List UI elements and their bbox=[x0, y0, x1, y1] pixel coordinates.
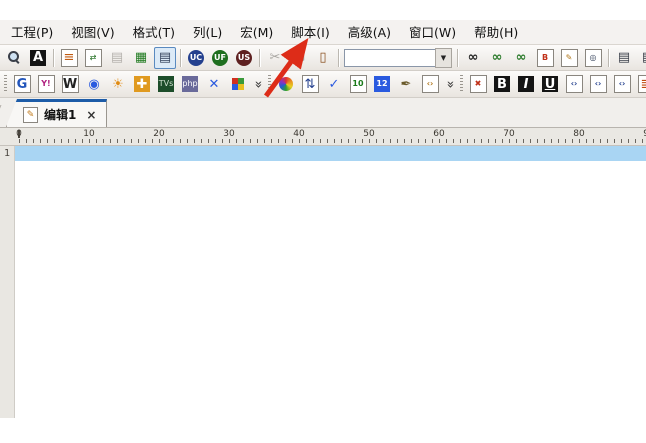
toolbar-separator bbox=[457, 49, 458, 67]
active-line-highlight bbox=[15, 146, 646, 161]
window-top-strip bbox=[0, 0, 646, 20]
toolbar-separator bbox=[259, 49, 260, 67]
column-ruler: 0102030405060708090 bbox=[0, 128, 646, 146]
wikipedia-search-icon[interactable]: W bbox=[59, 73, 81, 95]
italic-icon[interactable]: I bbox=[515, 73, 537, 95]
underline-icon[interactable]: U bbox=[539, 73, 561, 95]
html-doc3-icon[interactable]: ‹› bbox=[611, 73, 633, 95]
ruler-number: 70 bbox=[503, 129, 514, 139]
replace-icon[interactable]: ✎ bbox=[558, 47, 580, 69]
document-edit-icon: ✎ bbox=[23, 107, 38, 123]
web-service-orange-icon[interactable]: ☀ bbox=[107, 73, 129, 95]
menu-item-column[interactable]: 列(L) bbox=[184, 21, 231, 44]
cut-icon[interactable]: ✂ bbox=[264, 47, 286, 69]
menu-item-help[interactable]: 帮助(H) bbox=[465, 21, 527, 44]
toolbar-tools: GY!W◉☀✚TVsphp✕»⇅✓1012✒‹›»✖BIU‹›‹›‹›≣≣‹› bbox=[0, 71, 646, 98]
menu-item-view[interactable]: 视图(V) bbox=[62, 21, 123, 44]
spell-check-icon[interactable]: ✓ bbox=[323, 73, 345, 95]
find-binoculars-icon[interactable]: ∞ bbox=[462, 47, 484, 69]
menu-item-macro[interactable]: 宏(M) bbox=[231, 21, 282, 44]
ansi-tool-icon[interactable]: TVs bbox=[155, 73, 177, 95]
xml-doc-icon[interactable]: ‹› bbox=[419, 73, 441, 95]
html-doc1-icon[interactable]: ‹› bbox=[563, 73, 585, 95]
google-search-icon[interactable]: G bbox=[11, 73, 33, 95]
menu-bar: 工程(P)视图(V)格式(T)列(L)宏(M)脚本(I)高级(A)窗口(W)帮助… bbox=[0, 20, 646, 45]
paste-icon[interactable]: ▯ bbox=[312, 47, 334, 69]
menu-item-script[interactable]: 脚本(I) bbox=[282, 21, 338, 44]
find-down-icon[interactable]: ∞ bbox=[510, 47, 532, 69]
document-tab-bar: ✎ 编辑1 × bbox=[0, 98, 646, 128]
doc-outline1-icon[interactable]: ▤ bbox=[613, 47, 635, 69]
encoding-uc-icon[interactable]: UC bbox=[185, 47, 207, 69]
line-number: 1 bbox=[0, 146, 14, 161]
overflow-chevron-icon[interactable]: » bbox=[251, 73, 265, 95]
windows-colors-icon[interactable] bbox=[227, 73, 249, 95]
menu-item-format[interactable]: 格式(T) bbox=[124, 21, 184, 44]
web-service-blue-icon[interactable]: ◉ bbox=[83, 73, 105, 95]
tab-document-1[interactable]: ✎ 编辑1 × bbox=[6, 99, 107, 127]
toolbar-grip[interactable] bbox=[268, 75, 271, 93]
ruler-number: 60 bbox=[433, 129, 444, 139]
menu-item-project[interactable]: 工程(P) bbox=[2, 21, 62, 44]
delete-markup-icon[interactable]: ✖ bbox=[467, 73, 489, 95]
tab-label: 编辑1 bbox=[44, 106, 76, 123]
flags-tool-icon[interactable]: ✕ bbox=[203, 73, 225, 95]
toolbar-standard: A≡⇄▤▦▤UCUFUS✂❐▯▼∞∞∞B✎◎▤▤ bbox=[0, 45, 646, 71]
bookmark-icon[interactable]: B bbox=[534, 47, 556, 69]
menu-item-window[interactable]: 窗口(W) bbox=[400, 21, 465, 44]
toolbar-separator bbox=[180, 49, 181, 67]
bold-icon[interactable]: B bbox=[491, 73, 513, 95]
column-marker-icon[interactable]: ▦ bbox=[130, 47, 152, 69]
ruler-number: 10 bbox=[83, 129, 94, 139]
ruler-number: 30 bbox=[223, 129, 234, 139]
toolbar-separator bbox=[53, 49, 54, 67]
find-combobox-input[interactable] bbox=[344, 49, 435, 67]
toolbar-grip[interactable] bbox=[460, 75, 463, 93]
find-combobox-dropdown-icon[interactable]: ▼ bbox=[435, 48, 452, 68]
find-combobox[interactable]: ▼ bbox=[344, 48, 452, 68]
ruler-number: 40 bbox=[293, 129, 304, 139]
line-number-gutter: 1 bbox=[0, 146, 15, 418]
font-style-icon[interactable]: A bbox=[27, 47, 49, 69]
encoding-us-icon[interactable]: US bbox=[233, 47, 255, 69]
tab-close-icon[interactable]: × bbox=[86, 108, 96, 122]
ruler-number: 20 bbox=[153, 129, 164, 139]
syntax-rainbow-icon[interactable]: ≣ bbox=[635, 73, 646, 95]
php-tool-icon[interactable]: php bbox=[179, 73, 201, 95]
zoom-icon[interactable] bbox=[3, 47, 25, 69]
find-in-files-icon[interactable]: ◎ bbox=[582, 47, 604, 69]
doc-format-icon[interactable]: ≡ bbox=[58, 47, 80, 69]
color-wheel-icon[interactable] bbox=[275, 73, 297, 95]
ruler-number: 80 bbox=[573, 129, 584, 139]
sort-lines-icon[interactable]: ⇅ bbox=[299, 73, 321, 95]
yahoo-search-icon[interactable]: Y! bbox=[35, 73, 57, 95]
toolbar-separator bbox=[338, 49, 339, 67]
overflow-chevron2-icon[interactable]: » bbox=[443, 73, 457, 95]
html-doc2-icon[interactable]: ‹› bbox=[587, 73, 609, 95]
macro-pen-icon[interactable]: ✒ bbox=[395, 73, 417, 95]
doc-outline2-icon[interactable]: ▤ bbox=[637, 47, 646, 69]
wrap-mode-icon[interactable]: ⇄ bbox=[82, 47, 104, 69]
web-service-plus-icon[interactable]: ✚ bbox=[131, 73, 153, 95]
find-up-icon[interactable]: ∞ bbox=[486, 47, 508, 69]
encoding-uf-icon[interactable]: UF bbox=[209, 47, 231, 69]
menu-item-advanced[interactable]: 高级(A) bbox=[339, 21, 400, 44]
print-preview-icon[interactable]: ▤ bbox=[106, 47, 128, 69]
copy-icon[interactable]: ❐ bbox=[288, 47, 310, 69]
calendar-icon[interactable]: 12 bbox=[371, 73, 393, 95]
toolbar-separator bbox=[608, 49, 609, 67]
editor-area: 1 bbox=[0, 146, 646, 418]
toolbar-grip[interactable] bbox=[4, 75, 7, 93]
ruler-number: 50 bbox=[363, 129, 374, 139]
ruler-number: 0 bbox=[16, 129, 22, 139]
insert-date-icon[interactable]: 10 bbox=[347, 73, 369, 95]
list-view-icon[interactable]: ▤ bbox=[154, 47, 176, 69]
edit-content[interactable] bbox=[15, 146, 646, 418]
